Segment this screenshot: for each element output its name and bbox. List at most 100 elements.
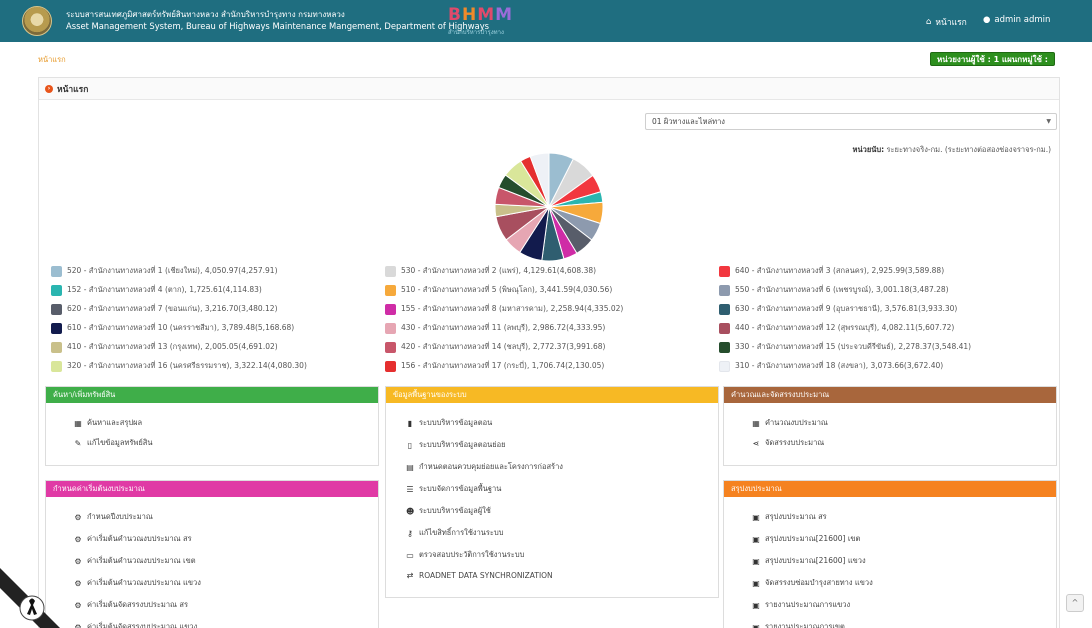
legend-swatch xyxy=(719,284,730,296)
legend-label: 550 - สำนักงานทางหลวงที่ 6 (เพชรบูรณ์), … xyxy=(735,285,949,294)
card-link[interactable]: ▦ ค้นหาและสรุปผล xyxy=(74,417,142,429)
legend-swatch xyxy=(385,341,396,353)
legend-item[interactable]: 320 - สำนักงานทางหลวงที่ 16 (นครศรีธรรมร… xyxy=(51,360,307,372)
legend-item[interactable]: 630 - สำนักงานทางหลวงที่ 9 (อุบลราชธานี)… xyxy=(719,303,957,315)
card-title: ข้อมูลพื้นฐานของระบบ xyxy=(386,387,718,403)
nav-home-link[interactable]: ⌂ หน้าแรก xyxy=(926,15,967,29)
legend-swatch xyxy=(51,265,62,277)
legend-item[interactable]: 620 - สำนักงานทางหลวงที่ 7 (ขอนแก่น), 3,… xyxy=(51,303,278,315)
card-title: สรุปงบประมาณ xyxy=(724,481,1056,497)
legend-swatch xyxy=(385,265,396,277)
legend-item[interactable]: 310 - สำนักงานทางหลวงที่ 18 (สงขลา), 3,0… xyxy=(719,360,943,372)
legend-label: 610 - สำนักงานทางหลวงที่ 10 (นครราชสีมา)… xyxy=(67,323,295,332)
legend-swatch xyxy=(385,360,396,372)
card-link[interactable]: ▣ สรุปงบประมาณ[21600] แขวง xyxy=(752,555,865,567)
legend-item[interactable]: 530 - สำนักงานทางหลวงที่ 2 (แพร่), 4,129… xyxy=(385,265,596,277)
card-link-label: แก้ไขสิทธิ์การใช้งานระบบ xyxy=(419,528,504,537)
calendar-icon: ▣ xyxy=(752,622,760,628)
legend-label: 620 - สำนักงานทางหลวงที่ 7 (ขอนแก่น), 3,… xyxy=(67,304,278,313)
card-link[interactable]: ⇄ ROADNET DATA SYNCHRONIZATION xyxy=(406,571,553,580)
legend-swatch xyxy=(385,303,396,315)
pie-chart[interactable] xyxy=(494,152,604,262)
card-link[interactable]: ▭ ตรวจสอบประวัติการใช้งานระบบ xyxy=(406,549,524,561)
breadcrumb[interactable]: หน้าแรก xyxy=(38,54,66,66)
card-base-data: ข้อมูลพื้นฐานของระบบ ▮ ระบบบริหารข้อมูลตอน… xyxy=(385,386,719,598)
card-link[interactable]: ⋖ จัดสรรงบประมาณ xyxy=(752,437,825,449)
user-menu[interactable]: ● admin admin xyxy=(983,15,1050,25)
calendar-icon: ▣ xyxy=(752,600,760,610)
card-link[interactable]: ▦ คำนวณงบประมาณ xyxy=(752,417,828,429)
card-link[interactable]: ▤ กำหนดตอนควบคุมย่อยและโครงการก่อสร้าง xyxy=(406,461,563,473)
card-link[interactable]: ☻ ระบบบริหารข้อมูลผู้ใช้ xyxy=(406,505,491,517)
laptop-icon: ▭ xyxy=(406,550,414,560)
card-link[interactable]: ▣ จัดสรรงบซ่อมบำรุงสายทาง แขวง xyxy=(752,577,873,589)
scroll-top-button[interactable]: ^ xyxy=(1066,594,1084,612)
legend-label: 630 - สำนักงานทางหลวงที่ 9 (อุบลราชธานี)… xyxy=(735,304,958,313)
legend-item[interactable]: 410 - สำนักงานทางหลวงที่ 13 (กรุงเทพ), 2… xyxy=(51,341,278,353)
legend-item[interactable]: 640 - สำนักงานทางหลวงที่ 3 (สกลนคร), 2,9… xyxy=(719,265,944,277)
card-link-label: ค่าเริ่มต้นจัดสรรงบประมาณ แขวง xyxy=(87,622,198,628)
legend-item[interactable]: 610 - สำนักงานทางหลวงที่ 10 (นครราชสีมา)… xyxy=(51,322,294,334)
card-link[interactable]: ⚙ ค่าเริ่มต้นคำนวณงบประมาณ สร xyxy=(74,533,192,545)
calendar-icon: ▣ xyxy=(752,512,760,522)
card-link-label: กำหนดปีงบประมาณ xyxy=(87,512,153,521)
card-link-label: ค่าเริ่มต้นคำนวณงบประมาณ สร xyxy=(87,534,192,543)
card-link[interactable]: ▣ สรุปงบประมาณ[21600] เขต xyxy=(752,533,860,545)
legend-swatch xyxy=(719,303,730,315)
card-link-label: สรุปงบประมาณ สร xyxy=(765,512,827,521)
legend-swatch xyxy=(51,303,62,315)
card-link-label: สรุปงบประมาณ[21600] เขต xyxy=(765,534,861,543)
legend-item[interactable]: 550 - สำนักงานทางหลวงที่ 6 (เพชรบูรณ์), … xyxy=(719,284,949,296)
brand-wordmark: BHMM xyxy=(448,5,514,25)
table-icon: ▦ xyxy=(74,418,82,428)
card-link[interactable]: ⚙ กำหนดปีงบประมาณ xyxy=(74,511,153,523)
department-logo[interactable] xyxy=(22,6,52,36)
asset-type-select[interactable]: 01 ผิวทางและไหล่ทาง ▼ xyxy=(645,113,1057,130)
card-link[interactable]: ▯ ระบบบริหารข้อมูลตอนย่อย xyxy=(406,439,506,451)
legend-item[interactable]: 430 - สำนักงานทางหลวงที่ 11 (ลพบุรี), 2,… xyxy=(385,322,605,334)
legend-swatch xyxy=(719,341,730,353)
list-icon: ☰ xyxy=(406,484,414,494)
card-link-label: ค้นหาและสรุปผล xyxy=(87,418,143,427)
sync-icon: ⇄ xyxy=(406,571,414,580)
card-budget-setup: กำหนดค่าเริ่มต้นงบประมาณ ⚙ กำหนดปีงบประมาณ… xyxy=(45,480,379,628)
legend-item[interactable]: 156 - สำนักงานทางหลวงที่ 17 (กระบี่), 1,… xyxy=(385,360,604,372)
legend-label: 440 - สำนักงานทางหลวงที่ 12 (สุพรรณบุรี)… xyxy=(735,323,955,332)
card-link[interactable]: ⚙ ค่าเริ่มต้นจัดสรรงบประมาณ แขวง xyxy=(74,621,197,628)
card-link[interactable]: ☰ ระบบจัดการข้อมูลพื้นฐาน xyxy=(406,483,501,495)
sub-bar: หน้าแรก หน่วยงานผู้ใช้ : 1 แผนกหมู่ใช้ : xyxy=(0,52,1092,66)
legend-item[interactable]: 420 - สำนักงานทางหลวงที่ 14 (ชลบุรี), 2,… xyxy=(385,341,605,353)
gear-icon: ⚙ xyxy=(74,622,82,628)
card-link[interactable]: ⚙ ค่าเริ่มต้นคำนวณงบประมาณ แขวง xyxy=(74,577,200,589)
legend-swatch xyxy=(719,322,730,334)
legend-item[interactable]: 440 - สำนักงานทางหลวงที่ 12 (สุพรรณบุรี)… xyxy=(719,322,954,334)
card-link[interactable]: ⚷ แก้ไขสิทธิ์การใช้งานระบบ xyxy=(406,527,504,539)
legend-item[interactable]: 152 - สำนักงานทางหลวงที่ 4 (ตาก), 1,725.… xyxy=(51,284,262,296)
card-link[interactable]: ▮ ระบบบริหารข้อมูลตอน xyxy=(406,417,492,429)
calculator-icon: ▦ xyxy=(752,418,760,428)
key-icon: ⚷ xyxy=(407,528,413,538)
bookmark-outline-icon: ▯ xyxy=(407,440,413,450)
brand-subtitle: สำนักบริหารบำรุงทาง xyxy=(448,29,504,36)
card-link[interactable]: ▣ สรุปงบประมาณ สร xyxy=(752,511,827,523)
legend-item[interactable]: 155 - สำนักงานทางหลวงที่ 8 (มหาสารคาม), … xyxy=(385,303,623,315)
legend-item[interactable]: 520 - สำนักงานทางหลวงที่ 1 (เชียงใหม่), … xyxy=(51,265,278,277)
card-link[interactable]: ⚙ ค่าเริ่มต้นจัดสรรงบประมาณ สร xyxy=(74,599,188,611)
card-link-label: จัดสรรงบประมาณ xyxy=(765,438,825,447)
card-link[interactable]: ⚙ ค่าเริ่มต้นคำนวณงบประมาณ เขต xyxy=(74,555,195,567)
card-search-assets: ค้นหา/เพิ่มทรัพย์สิน ▦ ค้นหาและสรุปผล ✎ แก้ไ… xyxy=(45,386,379,466)
legend-swatch xyxy=(385,284,396,296)
card-budget-calc: คำนวณและจัดสรรงบประมาณ ▦ คำนวณงบประมาณ ⋖ จัด… xyxy=(723,386,1057,466)
card-link[interactable]: ✎ แก้ไขข้อมูลทรัพย์สิน xyxy=(74,437,153,449)
legend-item[interactable]: 510 - สำนักงานทางหลวงที่ 5 (พิษณุโลก), 3… xyxy=(385,284,612,296)
legend-swatch xyxy=(385,322,396,334)
card-link[interactable]: ▣ รายงานประมาณการแขวง xyxy=(752,599,850,611)
card-link-label: ตรวจสอบประวัติการใช้งานระบบ xyxy=(419,550,525,559)
card-title: คำนวณและจัดสรรงบประมาณ xyxy=(724,387,1056,403)
card-link-label: ROADNET DATA SYNCHRONIZATION xyxy=(419,571,553,580)
legend-item[interactable]: 330 - สำนักงานทางหลวงที่ 15 (ประจวบคีรีข… xyxy=(719,341,971,353)
app-title-english: Asset Management System, Bureau of Highw… xyxy=(66,21,490,31)
card-link[interactable]: ▣ รายงานประมาณการเขต xyxy=(752,621,845,628)
legend-label: 510 - สำนักงานทางหลวงที่ 5 (พิษณุโลก), 3… xyxy=(401,285,613,294)
card-link-label: ระบบบริหารข้อมูลผู้ใช้ xyxy=(419,506,491,515)
